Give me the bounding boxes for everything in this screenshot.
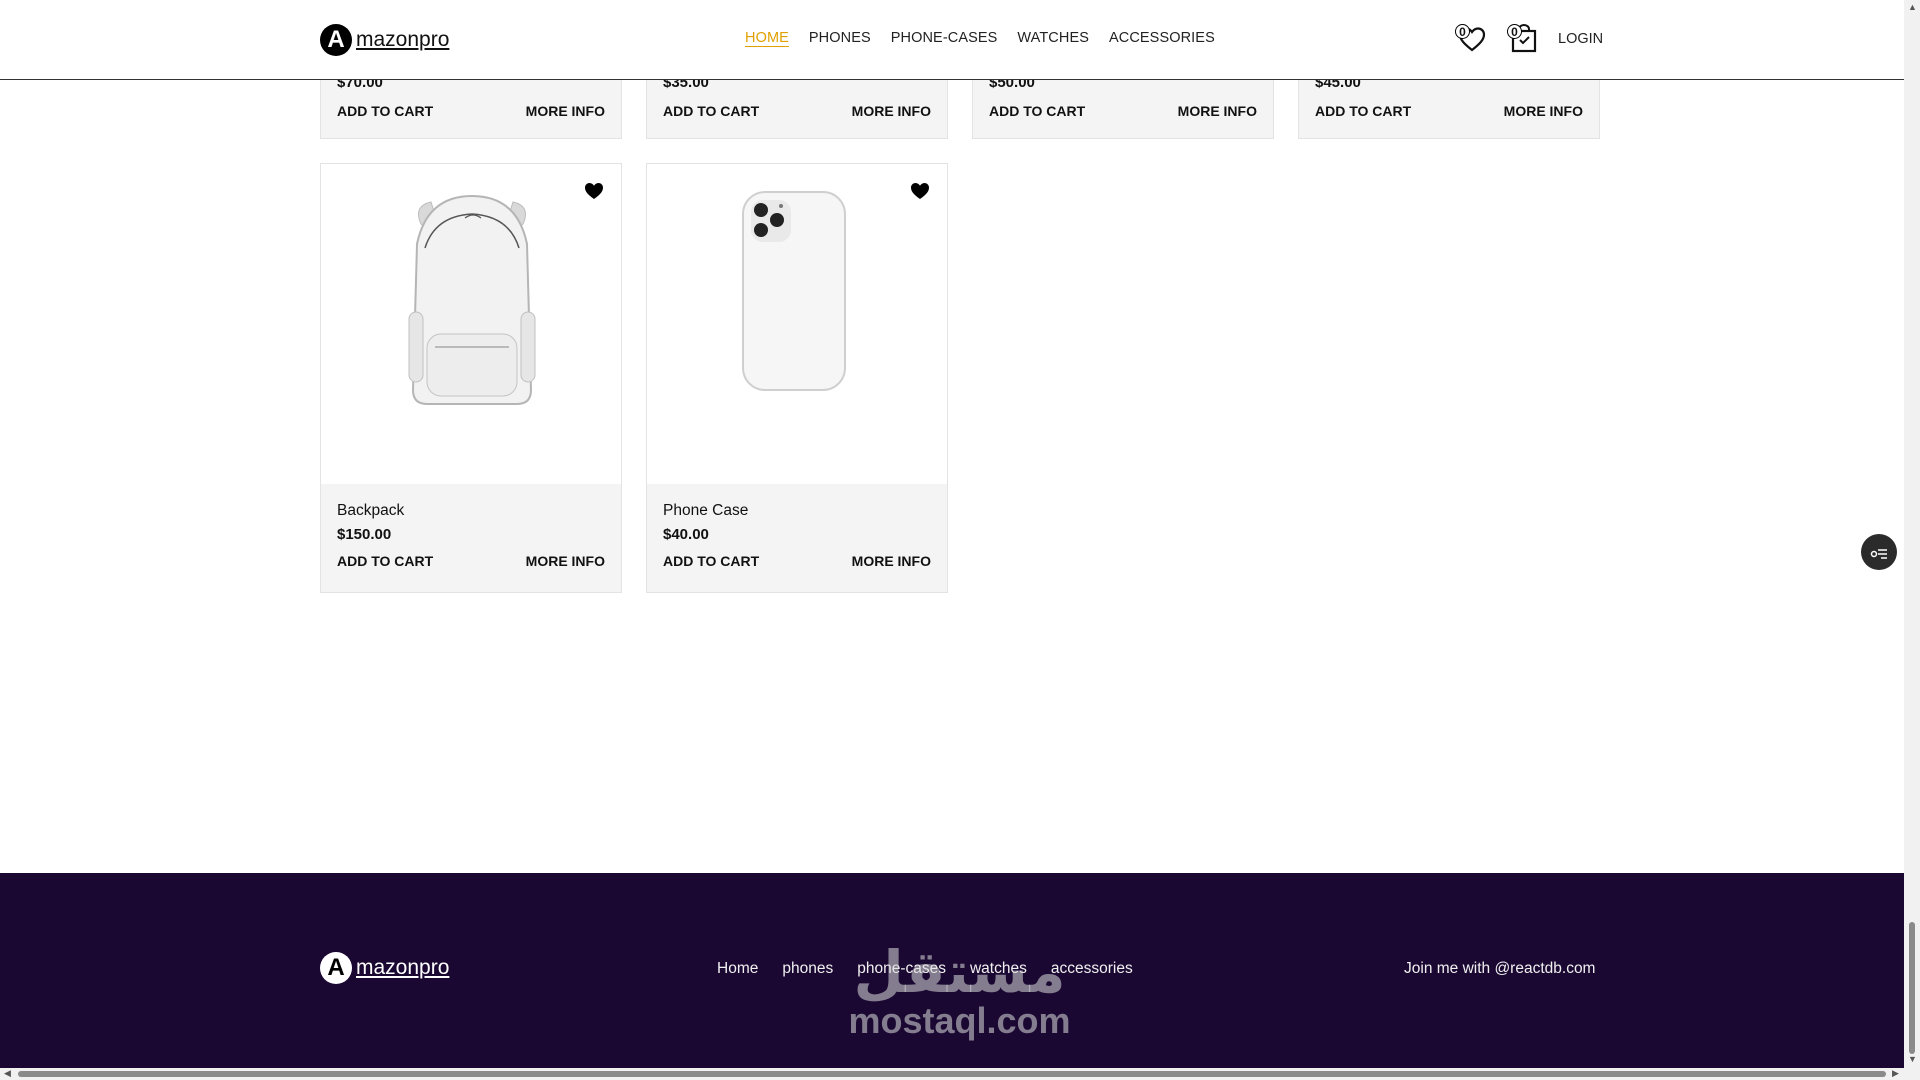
- more-info-button[interactable]: MORE INFO: [852, 103, 931, 119]
- add-to-cart-button[interactable]: ADD TO CART: [989, 103, 1085, 119]
- backpack-image: [408, 194, 536, 405]
- nav-accessories[interactable]: ACCESSORIES: [1109, 30, 1215, 46]
- product-name[interactable]: Backpack: [337, 502, 605, 520]
- product-price: $40.00: [663, 526, 709, 543]
- site-logo[interactable]: A mazonpro: [320, 24, 449, 56]
- more-info-button[interactable]: MORE INFO: [852, 553, 931, 569]
- footer-link-home[interactable]: Home: [717, 960, 758, 978]
- more-info-button[interactable]: MORE INFO: [1178, 103, 1257, 119]
- add-to-cart-button[interactable]: ADD TO CART: [337, 103, 433, 119]
- product-card: $50.00 ADD TO CART MORE INFO: [972, 74, 1274, 139]
- login-link[interactable]: LOGIN: [1558, 31, 1603, 47]
- filter-toggle-button[interactable]: [1861, 534, 1897, 570]
- watermark-arabic: مستقل: [853, 938, 1066, 1006]
- footer-contact-note: Join me with @reactdb.com: [1404, 960, 1596, 977]
- wishlist-button[interactable]: 0: [1455, 24, 1487, 54]
- more-info-button[interactable]: MORE INFO: [1504, 103, 1583, 119]
- more-info-button[interactable]: MORE INFO: [526, 103, 605, 119]
- add-to-cart-button[interactable]: ADD TO CART: [337, 553, 433, 569]
- horizontal-scrollbar[interactable]: ◀ ▶: [0, 1068, 1904, 1080]
- heart-filled-icon[interactable]: [583, 180, 605, 202]
- product-name[interactable]: Phone Case: [663, 502, 931, 520]
- add-to-cart-button[interactable]: ADD TO CART: [1315, 103, 1411, 119]
- product-image-area[interactable]: [321, 164, 621, 484]
- scroll-up-arrow-icon[interactable]: ▲: [1908, 2, 1917, 12]
- product-image-area[interactable]: [647, 164, 947, 484]
- watermark: مستقل mostaql.com: [843, 942, 1076, 1040]
- product-card: $70.00 ADD TO CART MORE INFO: [320, 74, 622, 139]
- add-to-cart-button[interactable]: ADD TO CART: [663, 103, 759, 119]
- main-nav: HOME PHONES PHONE-CASES WATCHES ACCESSOR…: [745, 30, 1215, 46]
- heart-filled-icon[interactable]: [909, 180, 931, 202]
- logo-icon: A: [320, 24, 352, 56]
- product-card: Backpack $150.00 ADD TO CART MORE INFO: [320, 163, 622, 593]
- product-card: $45.00 ADD TO CART MORE INFO: [1298, 74, 1600, 139]
- scroll-down-arrow-icon[interactable]: ▼: [1908, 1054, 1917, 1064]
- nav-home[interactable]: HOME: [745, 30, 789, 46]
- logo-text: mazonpro: [356, 28, 450, 51]
- site-header: A mazonpro HOME PHONES PHONE-CASES WATCH…: [0, 0, 1904, 80]
- footer-link-phones[interactable]: phones: [782, 960, 833, 978]
- product-card: Phone Case $40.00 ADD TO CART MORE INFO: [646, 163, 948, 593]
- vertical-scroll-thumb[interactable]: [1909, 922, 1915, 1054]
- product-info: Phone Case $40.00 ADD TO CART MORE INFO: [647, 484, 947, 592]
- watermark-url: mostaql.com: [848, 1000, 1071, 1041]
- product-price: $150.00: [337, 526, 392, 543]
- cart-count-badge: 0: [1507, 24, 1522, 39]
- scroll-right-arrow-icon[interactable]: ▶: [1892, 1068, 1899, 1079]
- header-icons: 0 0: [1455, 24, 1539, 54]
- horizontal-scroll-thumb[interactable]: [18, 1071, 1886, 1077]
- footer-logo[interactable]: A mazonpro: [320, 952, 449, 984]
- cart-button[interactable]: 0: [1507, 24, 1539, 54]
- nav-phones[interactable]: PHONES: [809, 30, 871, 46]
- filter-list-icon: [1870, 549, 1887, 559]
- logo-icon: A: [320, 952, 352, 984]
- nav-phone-cases[interactable]: PHONE-CASES: [891, 30, 998, 46]
- more-info-button[interactable]: MORE INFO: [526, 553, 605, 569]
- product-card: $35.00 ADD TO CART MORE INFO: [646, 74, 948, 139]
- scroll-left-arrow-icon[interactable]: ◀: [4, 1068, 11, 1079]
- phone-case-image: [742, 191, 846, 391]
- nav-watches[interactable]: WATCHES: [1017, 30, 1089, 46]
- add-to-cart-button[interactable]: ADD TO CART: [663, 553, 759, 569]
- logo-text: mazonpro: [356, 956, 450, 979]
- wishlist-count-badge: 0: [1455, 24, 1470, 39]
- vertical-scrollbar[interactable]: ▲ ▼: [1904, 0, 1920, 1068]
- scrollbar-corner: [1904, 1068, 1920, 1080]
- product-info: Backpack $150.00 ADD TO CART MORE INFO: [321, 484, 621, 592]
